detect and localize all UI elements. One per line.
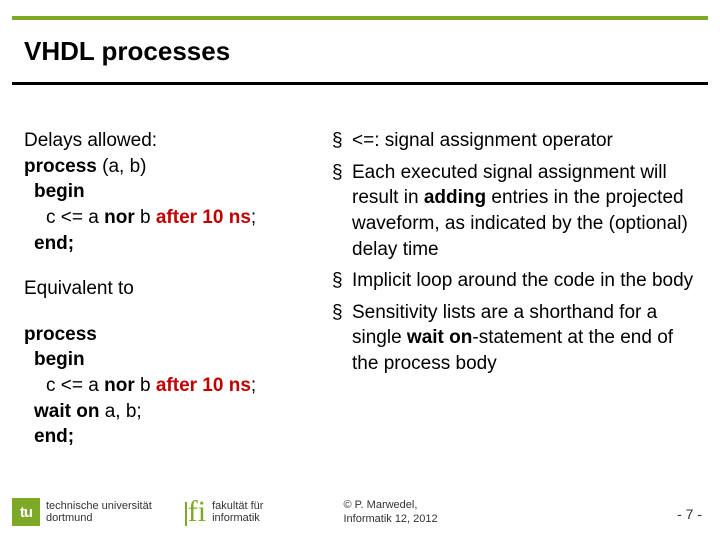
text: technische universität [46, 500, 152, 512]
text: ; [251, 207, 256, 228]
fi-bar-icon [185, 502, 187, 526]
code-line: c <= a nor b after 10 ns; [24, 373, 324, 399]
top-rule [12, 16, 708, 20]
bullet-item: Sensitivity lists are a shorthand for a … [332, 300, 696, 377]
equiv-label: Equivalent to [24, 276, 324, 302]
text: fi [188, 495, 206, 528]
kw-process: process [24, 156, 97, 177]
text: © P. Marwedel, [343, 498, 437, 512]
page-title: VHDL processes [24, 36, 230, 67]
kw-nor: nor [104, 207, 135, 228]
kw-wait-on: wait on [407, 327, 472, 348]
code-line: process (a, b) [24, 154, 324, 180]
left-column: Delays allowed: process (a, b) begin c <… [24, 128, 324, 470]
text: Informatik 12, 2012 [343, 512, 437, 526]
fi-logo-mark: fi [188, 500, 206, 524]
code-line: wait on a, b; [24, 399, 324, 425]
kw-process: process [24, 322, 324, 348]
fi-logo: fi fakultät für informatik [188, 500, 264, 524]
kw-wait-on: wait on [34, 401, 99, 422]
code-block-2: process begin c <= a nor b after 10 ns; … [24, 322, 324, 450]
kw-nor: nor [104, 375, 135, 396]
text: (a, b) [97, 156, 147, 177]
text: informatik [212, 512, 263, 524]
page-number: - 7 - [677, 506, 702, 522]
footer: tu technische universität dortmund fi fa… [0, 484, 720, 540]
code-line: c <= a nor b after 10 ns; [24, 205, 324, 231]
bullet-list: <=: signal assignment operator Each exec… [332, 128, 696, 377]
text: fakultät für [212, 500, 263, 512]
kw-begin: begin [24, 347, 324, 373]
tu-logo: tu technische universität dortmund [12, 498, 152, 526]
slide: VHDL processes Delays allowed: process (… [0, 0, 720, 540]
bullet-item: Each executed signal assignment will res… [332, 160, 696, 263]
kw-begin: begin [24, 179, 324, 205]
bullet-item: <=: signal assignment operator [332, 128, 696, 154]
text: a, b; [99, 401, 141, 422]
kw-adding: adding [424, 187, 486, 208]
bullet-item: Implicit loop around the code in the bod… [332, 268, 696, 294]
copyright: © P. Marwedel, Informatik 12, 2012 [343, 498, 437, 527]
text: dortmund [46, 512, 152, 524]
text: ; [251, 375, 256, 396]
text-line: Delays allowed: [24, 128, 324, 154]
fi-logo-text: fakultät für informatik [212, 500, 263, 524]
text: c <= a [46, 375, 104, 396]
right-column: <=: signal assignment operator Each exec… [332, 128, 696, 470]
hl-after: after 10 ns [156, 207, 251, 228]
title-rule [12, 82, 708, 85]
text: b [135, 375, 156, 396]
text: b [135, 207, 156, 228]
code-block-1: Delays allowed: process (a, b) begin c <… [24, 128, 324, 256]
kw-end: end; [24, 231, 324, 257]
body: Delays allowed: process (a, b) begin c <… [24, 128, 696, 470]
text: c <= a [46, 207, 104, 228]
tu-logo-text: technische universität dortmund [46, 500, 152, 524]
tu-logo-mark: tu [12, 498, 40, 526]
kw-end: end; [24, 424, 324, 450]
hl-after: after 10 ns [156, 375, 251, 396]
